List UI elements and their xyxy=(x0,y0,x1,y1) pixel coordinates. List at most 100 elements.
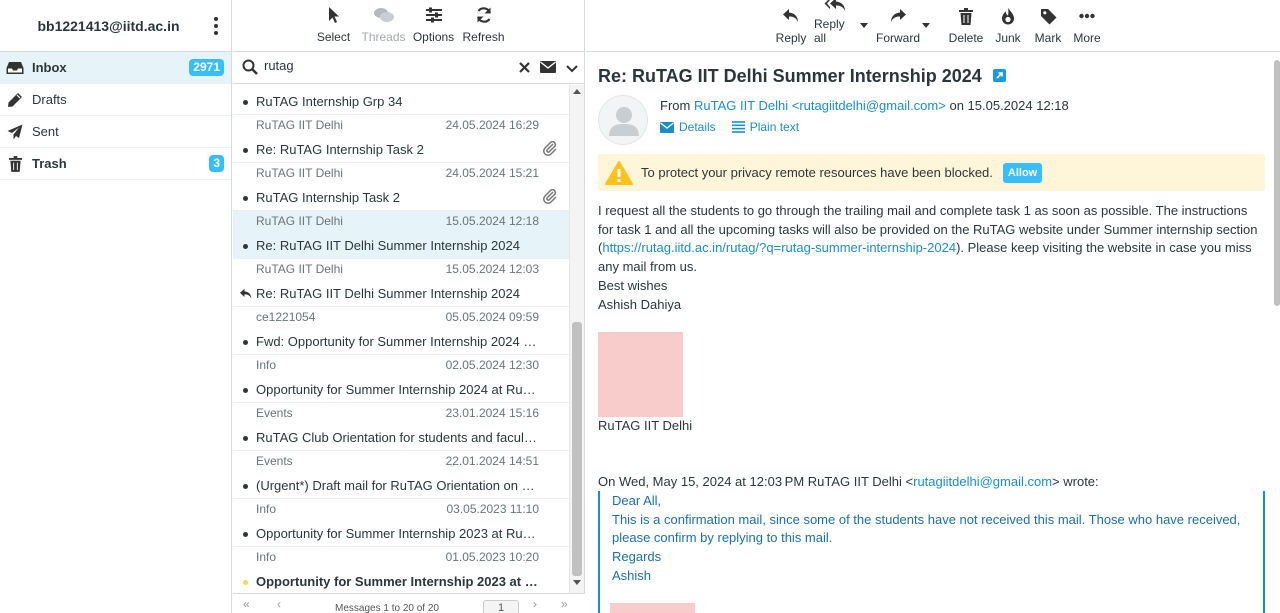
search-icon[interactable] xyxy=(242,59,258,80)
reply-all-dropdown-icon[interactable] xyxy=(860,23,868,28)
message-view-scrollbar[interactable] xyxy=(1274,60,1280,306)
message-subject: Re: RuTAG Internship Task 2 xyxy=(256,142,424,157)
search-bar xyxy=(233,52,584,84)
message-row[interactable]: ce1221054 05.05.2024 09:59 Fwd: Opportunit… xyxy=(233,307,570,355)
status-dot-icon[interactable] xyxy=(243,340,248,345)
delete-button[interactable]: Delete xyxy=(948,0,984,52)
cursor-icon xyxy=(327,4,341,26)
unread-flag-icon[interactable] xyxy=(243,580,248,585)
folder-sent[interactable]: Sent xyxy=(0,116,231,148)
chevron-down-icon[interactable] xyxy=(566,60,578,78)
scroll-down-icon[interactable] xyxy=(573,580,581,585)
message-row[interactable]: RuTAG IIT Delhi 24.05.2024 16:29 Re: RuTAG… xyxy=(233,115,570,163)
message-date: on 15.05.2024 12:18 xyxy=(949,98,1069,113)
search-input[interactable] xyxy=(264,58,504,73)
status-dot-icon[interactable] xyxy=(243,532,248,537)
message-view-pane: Reply Reply all Forward Delete Junk Mark… xyxy=(586,0,1280,613)
blocked-image-placeholder-2 xyxy=(610,603,695,613)
next-page-icon[interactable]: › xyxy=(533,598,537,610)
message-date: 23.01.2024 15:16 xyxy=(445,406,539,420)
message-row[interactable]: RuTAG IIT Delhi 15.05.2024 12:03 Re: RuTAG… xyxy=(233,259,570,307)
more-button[interactable]: More xyxy=(1072,0,1102,52)
status-dot-icon[interactable] xyxy=(243,436,248,441)
quote-header-end: > wrote: xyxy=(1052,474,1099,489)
reply-button[interactable]: Reply xyxy=(776,0,806,52)
clear-search-icon[interactable] xyxy=(519,60,530,78)
quote-body: This is a confirmation mail, since some … xyxy=(612,511,1241,546)
warning-text: To protect your privacy remote resources… xyxy=(641,165,993,180)
status-dot-icon[interactable] xyxy=(243,388,248,393)
options-button[interactable]: Options xyxy=(409,0,459,51)
message-sender: Events xyxy=(256,406,293,420)
message-content: Re: RuTAG IIT Delhi Summer Internship 20… xyxy=(586,52,1266,613)
forward-dropdown-icon[interactable] xyxy=(922,23,930,28)
message-date: 24.05.2024 16:29 xyxy=(445,118,539,132)
details-link[interactable]: Details xyxy=(660,120,716,134)
quote-regards: Regards xyxy=(612,549,662,565)
message-row[interactable]: RuTAG Internship Grp 34 xyxy=(233,85,570,115)
message-row[interactable]: RuTAG IIT Delhi 24.05.2024 15:21 RuTAG Int… xyxy=(233,163,570,211)
last-page-icon[interactable]: » xyxy=(561,598,568,610)
envelope-icon[interactable] xyxy=(540,60,556,78)
options-label: Options xyxy=(412,30,455,44)
quote-email-link[interactable]: rutagiitdelhi@gmail.com xyxy=(913,474,1052,489)
message-row[interactable]: RuTAG IIT Delhi 15.05.2024 12:18 Re: RuTAG… xyxy=(233,211,570,259)
scroll-up-icon[interactable] xyxy=(573,89,581,94)
junk-button[interactable]: Junk xyxy=(993,0,1023,52)
folder-drafts[interactable]: Drafts xyxy=(0,84,231,116)
message-sender: ce1221054 xyxy=(256,310,316,324)
scrollbar-thumb[interactable] xyxy=(572,322,582,576)
internship-link[interactable]: https://rutag.iitd.ac.in/rutag/?q=rutag-… xyxy=(602,240,956,255)
list-toolbar: Select Threads Options Refresh xyxy=(233,0,584,52)
select-button[interactable]: Select xyxy=(309,0,359,51)
sender-link[interactable]: RuTAG IIT Delhi <rutagiitdelhi@gmail.com… xyxy=(694,98,946,113)
mark-button[interactable]: Mark xyxy=(1033,0,1063,52)
folder-trash[interactable]: Trash 3 xyxy=(0,148,231,180)
allow-button[interactable]: Allow xyxy=(1002,162,1043,183)
message-row[interactable]: Events 23.01.2024 15:16 RuTAG Club Orienta… xyxy=(233,403,570,451)
delete-label: Delete xyxy=(948,31,984,45)
blocked-image-placeholder xyxy=(598,332,683,417)
status-dot-icon[interactable] xyxy=(243,148,248,153)
message-date: 03.05.2023 11:10 xyxy=(446,502,539,516)
first-page-icon[interactable]: « xyxy=(243,598,250,610)
prev-page-icon[interactable]: ‹ xyxy=(277,598,281,610)
message-row[interactable]: Info 02.05.2024 12:30 Opportunity for Summ… xyxy=(233,355,570,403)
page-number-input[interactable]: 1 xyxy=(483,600,519,613)
message-row[interactable]: Info 01.05.2023 10:20 Opportunity for Summ… xyxy=(233,547,570,593)
best-wishes-line: Best wishes xyxy=(598,277,668,293)
pagination: « ‹ Messages 1 to 20 of 20 1 › » xyxy=(233,593,585,613)
open-in-new-window-icon[interactable] xyxy=(992,68,1006,82)
message-sender: RuTAG IIT Delhi xyxy=(256,118,343,132)
account-menu-icon[interactable] xyxy=(207,14,225,38)
refresh-icon xyxy=(475,4,493,26)
fire-icon xyxy=(1001,5,1015,27)
status-dot-icon[interactable] xyxy=(243,100,248,105)
pagination-info: Messages 1 to 20 of 20 xyxy=(335,603,439,613)
plain-text-label: Plain text xyxy=(749,120,800,134)
status-dot-icon[interactable] xyxy=(243,196,248,201)
message-list-scrollbar[interactable] xyxy=(569,85,584,593)
message-subject: Re: RuTAG IIT Delhi Summer Internship 20… xyxy=(256,238,520,253)
plain-text-link[interactable]: Plain text xyxy=(731,120,800,134)
threads-button[interactable]: Threads xyxy=(359,0,409,51)
message-row[interactable]: Info 03.05.2023 11:10 Opportunity for Summ… xyxy=(233,499,570,547)
threads-icon xyxy=(373,4,395,26)
reply-all-button[interactable]: Reply all xyxy=(814,0,858,52)
forward-button[interactable]: Forward xyxy=(876,0,920,52)
signature-line: Ashish Dahiya xyxy=(598,296,682,312)
message-row[interactable]: Events 22.01.2024 14:51 (Urgent*) Draft ma… xyxy=(233,451,570,499)
status-dot-icon[interactable] xyxy=(243,484,248,489)
message-sender: RuTAG IIT Delhi xyxy=(256,166,343,180)
reply-all-icon xyxy=(824,0,848,13)
trash-icon xyxy=(6,155,24,173)
refresh-button[interactable]: Refresh xyxy=(459,0,509,51)
status-dot-icon[interactable] xyxy=(243,244,248,249)
message-date: 02.05.2024 12:30 xyxy=(445,358,539,372)
folder-inbox[interactable]: Inbox 2971 xyxy=(0,52,231,84)
message-body: I request all the students to go through… xyxy=(598,202,1258,314)
message-sender: Events xyxy=(256,454,293,468)
unread-count-badge: 2971 xyxy=(189,59,224,76)
refresh-label: Refresh xyxy=(462,30,505,44)
threads-label: Threads xyxy=(361,30,406,44)
